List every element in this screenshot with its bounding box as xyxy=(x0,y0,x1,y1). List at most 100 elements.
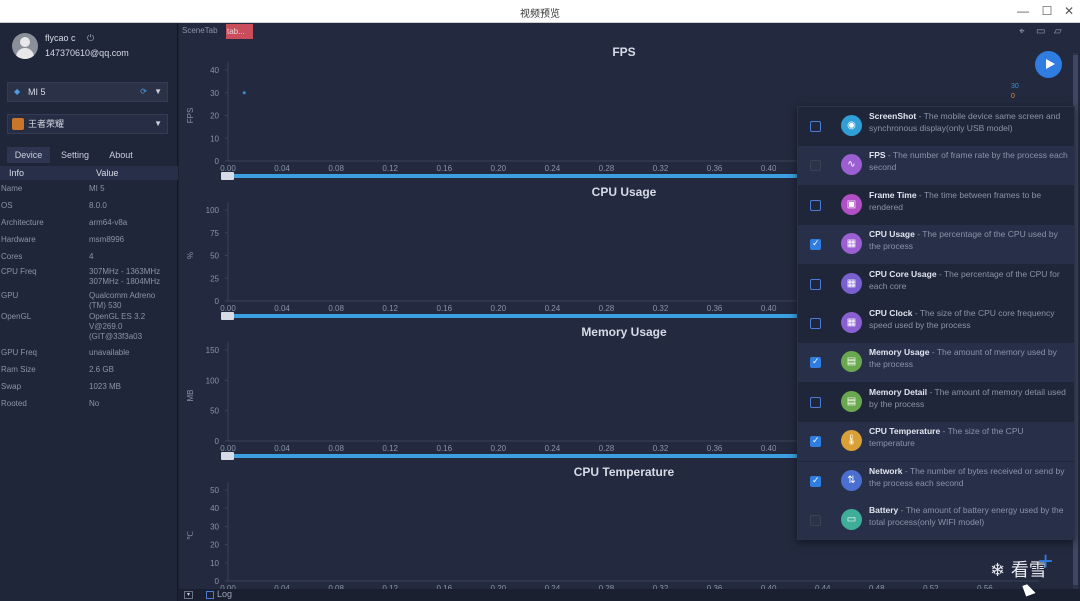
metric-checkbox[interactable] xyxy=(810,435,821,448)
row-value: unavailable xyxy=(89,348,130,357)
metric-checkbox[interactable] xyxy=(810,199,821,211)
metric-description: CPU Usage - The percentage of the CPU us… xyxy=(869,228,1069,252)
x-tick-label: 0.40 xyxy=(761,304,777,313)
metric-item-cpu-clock[interactable]: ▦ CPU Clock - The size of the CPU core fr… xyxy=(798,304,1074,343)
x-tick-label: 0.20 xyxy=(491,164,507,173)
refresh-icon[interactable]: ⟳ xyxy=(140,83,147,101)
row-key: GPU Freq xyxy=(1,348,38,357)
thermometer-icon: 🌡 xyxy=(841,430,862,452)
metric-checkbox[interactable] xyxy=(810,396,821,408)
metric-description: ScreenShot - The mobile device same scre… xyxy=(869,110,1069,134)
x-tick-label: 0.32 xyxy=(653,444,669,453)
metric-item-memory-usage[interactable]: ▤ Memory Usage - The amount of memory use… xyxy=(798,343,1074,383)
metric-item-cpu-temperature[interactable]: 🌡 CPU Temperature - The size of the CPU t… xyxy=(798,422,1074,462)
chart-title: FPS xyxy=(612,45,635,59)
metric-item-network[interactable]: ⇅ Network - The number of bytes received … xyxy=(798,461,1074,501)
device-select[interactable]: ◆ MI 5 ⟳ ▼ xyxy=(7,82,168,102)
network-icon: ⇅ xyxy=(841,469,862,491)
window-title: 视频预览 xyxy=(520,9,560,20)
metric-name: CPU Core Usage xyxy=(869,268,937,279)
maximize-button[interactable]: ☐ xyxy=(1036,1,1058,21)
metric-item-memory-detail[interactable]: ▤ Memory Detail - The amount of memory de… xyxy=(798,383,1074,422)
metric-item-cpu-usage[interactable]: ▦ CPU Usage - The percentage of the CPU u… xyxy=(798,225,1074,265)
y-tick-label: 30 xyxy=(210,522,219,531)
minimize-button[interactable]: — xyxy=(1012,1,1034,21)
y-tick-label: 0 xyxy=(215,577,220,586)
play-button[interactable] xyxy=(1035,51,1062,78)
x-tick-label: 0.08 xyxy=(328,444,344,453)
metric-checkbox[interactable] xyxy=(810,318,821,329)
row-value: 8.0.0 xyxy=(89,201,107,210)
metric-checkbox[interactable] xyxy=(810,238,821,251)
app-select[interactable]: 王者荣耀 ▼ xyxy=(7,114,168,134)
chart-title: Memory Usage xyxy=(581,325,667,339)
power-icon[interactable]: ⏻ xyxy=(87,33,94,44)
user-name: flycao c xyxy=(45,33,76,43)
range-slider-handle xyxy=(221,452,234,460)
range-slider-handle xyxy=(221,172,234,180)
x-tick-label: 0.00 xyxy=(220,444,236,453)
metric-item-screenshot[interactable]: ◉ ScreenShot - The mobile device same scr… xyxy=(798,107,1074,146)
metric-item-battery[interactable]: ▭ Battery - The amount of battery energy … xyxy=(798,501,1074,540)
header-info: Info xyxy=(9,168,25,178)
metric-item-fps[interactable]: ∿ FPS - The number of frame rate by the p… xyxy=(798,146,1074,186)
app-icon xyxy=(12,118,24,130)
memory-detail-icon: ▤ xyxy=(841,390,862,412)
expand-button[interactable]: ▾ xyxy=(184,591,193,599)
tab-device[interactable]: Device xyxy=(7,147,50,163)
metric-checkbox[interactable] xyxy=(810,475,821,487)
tab-about[interactable]: About xyxy=(100,147,142,163)
log-label: Log xyxy=(217,589,233,599)
x-tick-label: 0.12 xyxy=(382,164,398,173)
metric-name: FPS xyxy=(869,150,886,161)
metric-description: CPU Temperature - The size of the CPU te… xyxy=(869,425,1069,449)
close-button[interactable]: ✕ xyxy=(1058,1,1080,21)
x-tick-label: 0.24 xyxy=(545,164,561,173)
metric-checkbox[interactable] xyxy=(810,278,821,290)
log-checkbox[interactable] xyxy=(206,591,214,599)
x-tick-label: 0.28 xyxy=(599,164,615,173)
legend-zero-value: 0 xyxy=(1011,93,1015,100)
metric-checkbox[interactable] xyxy=(810,356,821,369)
camera-icon: ◉ xyxy=(841,115,862,136)
range-slider-handle xyxy=(221,312,234,320)
add-icon[interactable]: + xyxy=(1038,546,1053,577)
metric-checkbox[interactable] xyxy=(810,515,821,526)
y-tick-label: 10 xyxy=(210,559,219,568)
tab-setting[interactable]: Setting xyxy=(53,147,97,163)
snowflake-icon: ❄ xyxy=(990,560,1006,581)
y-axis-label: MB xyxy=(186,390,195,402)
scene-tab-label: SceneTab xyxy=(182,26,218,35)
row-key: Cores xyxy=(1,252,23,261)
y-tick-label: 0 xyxy=(215,157,220,166)
x-tick-label: 0.04 xyxy=(274,164,290,173)
y-tick-label: 50 xyxy=(210,407,219,416)
metric-description: Memory Usage - The amount of memory used… xyxy=(869,346,1069,370)
row-value: 1023 MB xyxy=(89,382,122,391)
y-tick-label: 10 xyxy=(210,134,219,143)
memory-icon: ▤ xyxy=(841,351,862,373)
y-tick-label: 40 xyxy=(210,504,219,513)
clock-icon: ▦ xyxy=(841,312,862,333)
metric-item-cpu-core-usage[interactable]: ▦ CPU Core Usage - The percentage of the … xyxy=(798,265,1074,304)
y-axis-label: % xyxy=(186,252,195,259)
row-value: 2.6 GB xyxy=(89,365,114,374)
metrics-panel: ◉ ScreenShot - The mobile device same scr… xyxy=(797,106,1075,540)
metric-checkbox[interactable] xyxy=(810,160,821,172)
row-key: Rooted xyxy=(1,399,27,408)
x-tick-label: 0.20 xyxy=(491,444,507,453)
x-tick-label: 0.16 xyxy=(436,444,452,453)
app-select-value: 王者荣耀 xyxy=(28,119,65,129)
metric-desc: - The number of frame rate by the proces… xyxy=(869,150,1068,173)
x-tick-label: 0.24 xyxy=(545,304,561,313)
x-tick-label: 0.12 xyxy=(382,304,398,313)
y-tick-label: 25 xyxy=(210,274,219,283)
avatar[interactable] xyxy=(12,33,38,59)
row-value: arm64-v8a xyxy=(89,218,128,227)
metric-item-frame-time[interactable]: ▣ Frame Time - The time between frames to… xyxy=(798,186,1074,225)
row-value: 307MHz - 1363MHz 307MHz - 1804MHz xyxy=(89,267,161,286)
row-value: 4 xyxy=(89,252,94,261)
y-axis-label: ℃ xyxy=(186,531,195,540)
metric-name: Memory Detail xyxy=(869,386,928,397)
metric-checkbox[interactable] xyxy=(810,121,821,132)
